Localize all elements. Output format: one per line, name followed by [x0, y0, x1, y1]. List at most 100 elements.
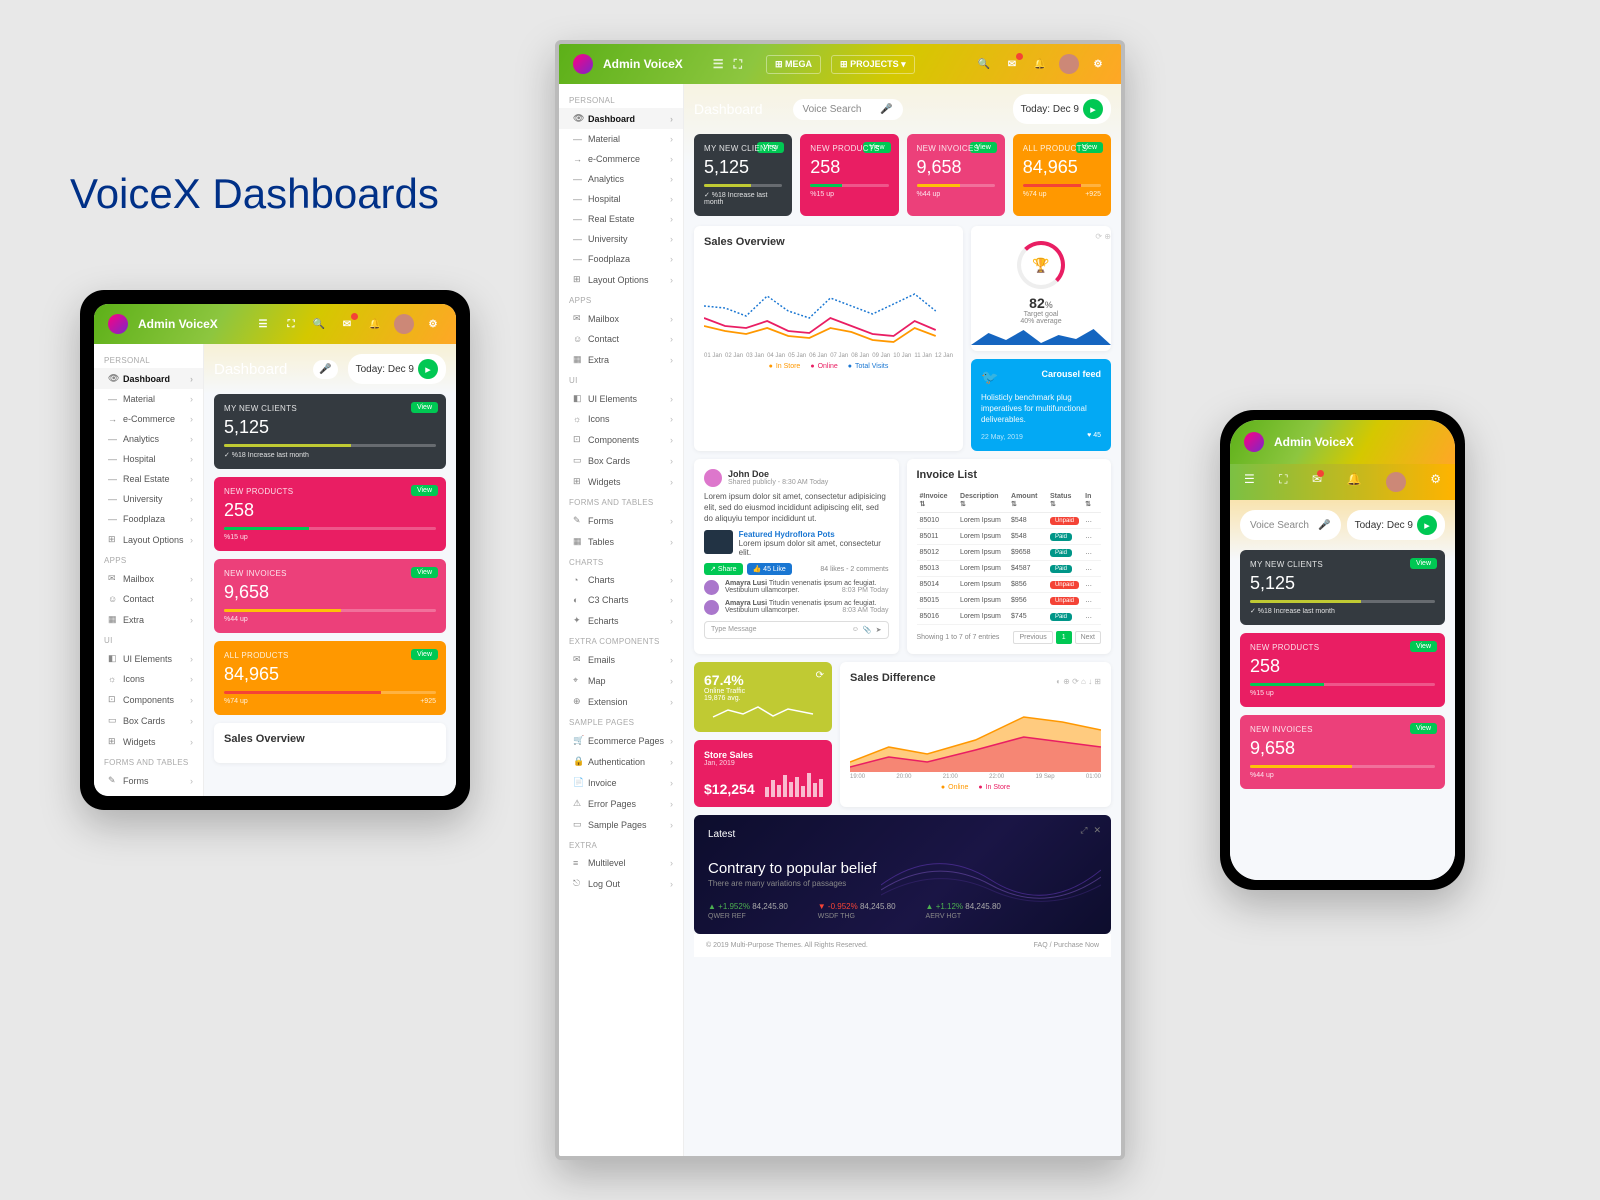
menu-icon[interactable]: ☰	[1244, 472, 1255, 492]
bell-icon[interactable]: 🔔	[1031, 55, 1049, 73]
sidebar-item-dashboard[interactable]: 👁Dashboard›	[559, 108, 683, 129]
sidebar-item-e-commerce[interactable]: →e-Commerce›	[559, 149, 683, 169]
table-row[interactable]: 85010Lorem Ipsum$548Unpaid…	[917, 512, 1102, 528]
gear-icon[interactable]: ⚙	[1089, 55, 1107, 73]
sidebar-item-contact[interactable]: ☺Contact›	[94, 589, 203, 609]
menu-icon[interactable]: ☰	[713, 57, 724, 71]
avatar[interactable]	[394, 314, 414, 334]
sidebar-item-multilevel[interactable]: ≡Multilevel›	[559, 853, 683, 873]
sidebar-item-hospital[interactable]: —Hospital›	[559, 189, 683, 209]
sidebar-item-error-pages[interactable]: ⚠Error Pages›	[559, 793, 683, 814]
fullscreen-icon[interactable]: ⛶	[282, 315, 300, 333]
fullscreen-icon[interactable]: ⛶	[1279, 472, 1287, 492]
table-row[interactable]: 85016Lorem Ipsum$745Paid…	[917, 608, 1102, 624]
sidebar-item-charts[interactable]: ◔Charts›	[559, 570, 683, 590]
search-icon[interactable]: 🔍	[310, 315, 328, 333]
table-row[interactable]: 85013Lorem Ipsum$4587Paid…	[917, 560, 1102, 576]
voice-search-input[interactable]: Voice Search🎤	[1240, 510, 1341, 540]
refresh-icon[interactable]: ⟳	[816, 670, 824, 681]
sidebar-item-foodplaza[interactable]: —Foodplaza›	[94, 509, 203, 529]
avatar[interactable]	[1386, 472, 1406, 492]
sidebar-item-components[interactable]: ⊡Components›	[559, 429, 683, 450]
sidebar-item-box-cards[interactable]: ▭Box Cards›	[94, 710, 203, 731]
sidebar-item-ui-elements[interactable]: ◧UI Elements›	[559, 388, 683, 409]
sidebar-item-emails[interactable]: ✉Emails›	[559, 649, 683, 670]
table-row[interactable]: 85015Lorem Ipsum$956Unpaid…	[917, 592, 1102, 608]
sidebar-item-authentication[interactable]: 🔒Authentication›	[559, 751, 683, 772]
sidebar-item-forms[interactable]: ✎Forms›	[559, 510, 683, 531]
sidebar-item-widgets[interactable]: ⊞Widgets›	[559, 471, 683, 492]
send-icon[interactable]: ➤	[876, 626, 882, 634]
date-picker[interactable]: Today: Dec 9 ▸	[348, 354, 446, 384]
sidebar-item-tables[interactable]: ▦Tables›	[94, 791, 203, 796]
sidebar-item-icons[interactable]: ☼Icons›	[94, 669, 203, 689]
voice-icon[interactable]: 🎤	[313, 360, 337, 379]
sidebar-item-university[interactable]: —University›	[94, 489, 203, 509]
sidebar-item-sample-pages[interactable]: ▭Sample Pages›	[559, 814, 683, 835]
sidebar-item-foodplaza[interactable]: —Foodplaza›	[559, 249, 683, 269]
sidebar-item-real-estate[interactable]: —Real Estate›	[559, 209, 683, 229]
search-icon[interactable]: 🔍	[975, 55, 993, 73]
table-row[interactable]: 85011Lorem Ipsum$548Paid…	[917, 528, 1102, 544]
like-button[interactable]: 👍 45 Like	[747, 563, 792, 575]
sidebar-item-invoice[interactable]: 📄Invoice›	[559, 772, 683, 793]
sidebar-item-layout-options[interactable]: ⊞Layout Options›	[559, 269, 683, 290]
sidebar-item-dashboard[interactable]: 👁Dashboard›	[94, 368, 203, 389]
page-1[interactable]: 1	[1056, 631, 1072, 644]
bell-icon[interactable]: 🔔	[366, 315, 384, 333]
attach-icon[interactable]: 📎	[863, 626, 872, 634]
expand-icon[interactable]: ⤢	[1080, 825, 1087, 836]
sidebar-item-university[interactable]: —University›	[559, 229, 683, 249]
footer-links[interactable]: FAQ / Purchase Now	[1034, 942, 1099, 949]
sidebar-item-components[interactable]: ⊡Components›	[94, 689, 203, 710]
sidebar-item-echarts[interactable]: ✦Echarts›	[559, 610, 683, 631]
sidebar-item-extension[interactable]: ⊕Extension›	[559, 691, 683, 712]
sidebar-item-contact[interactable]: ☺Contact›	[559, 329, 683, 349]
sidebar-item-forms[interactable]: ✎Forms›	[94, 770, 203, 791]
message-input[interactable]: Type Message☺📎➤	[704, 621, 889, 639]
sidebar-item-ecommerce-pages[interactable]: 🛒Ecommerce Pages›	[559, 730, 683, 751]
voice-search-input[interactable]: Voice Search🎤	[793, 99, 903, 120]
sidebar-item-widgets[interactable]: ⊞Widgets›	[94, 731, 203, 752]
menu-icon: ⊞	[573, 274, 583, 285]
sidebar-item-e-commerce[interactable]: →e-Commerce›	[94, 409, 203, 429]
sidebar-item-hospital[interactable]: —Hospital›	[94, 449, 203, 469]
sidebar-item-analytics[interactable]: —Analytics›	[94, 429, 203, 449]
sidebar-item-ui-elements[interactable]: ◧UI Elements›	[94, 648, 203, 669]
mail-icon[interactable]: ✉	[338, 315, 356, 333]
sidebar-item-mailbox[interactable]: ✉Mailbox›	[94, 568, 203, 589]
emoji-icon[interactable]: ☺	[852, 626, 859, 634]
fullscreen-icon[interactable]: ⛶	[734, 57, 742, 72]
prev-button[interactable]: Previous	[1013, 631, 1052, 644]
table-row[interactable]: 85014Lorem Ipsum$856Unpaid…	[917, 576, 1102, 592]
sidebar-item-icons[interactable]: ☼Icons›	[559, 409, 683, 429]
nav-mega[interactable]: ⊞ MEGA	[766, 55, 821, 74]
sidebar-item-map[interactable]: ⌖Map›	[559, 670, 683, 691]
sidebar-item-layout-options[interactable]: ⊞Layout Options›	[94, 529, 203, 550]
date-picker[interactable]: Today: Dec 9 ▸	[1013, 94, 1111, 124]
sidebar-item-analytics[interactable]: —Analytics›	[559, 169, 683, 189]
gear-icon[interactable]: ⚙	[1430, 472, 1441, 492]
table-row[interactable]: 85012Lorem Ipsum$9658Paid…	[917, 544, 1102, 560]
sidebar-item-material[interactable]: —Material›	[94, 389, 203, 409]
sidebar-item-mailbox[interactable]: ✉Mailbox›	[559, 308, 683, 329]
sidebar-item-material[interactable]: —Material›	[559, 129, 683, 149]
sidebar-item-c3-charts[interactable]: ◐C3 Charts›	[559, 590, 683, 610]
avatar[interactable]	[1059, 54, 1079, 74]
next-button[interactable]: Next	[1075, 631, 1101, 644]
share-button[interactable]: ↗ Share	[704, 563, 743, 575]
nav-projects[interactable]: ⊞ PROJECTS ▾	[831, 55, 915, 74]
sidebar-item-log-out[interactable]: ⎋Log Out›	[559, 873, 683, 894]
sidebar-item-extra[interactable]: ▦Extra›	[94, 609, 203, 630]
sidebar-item-box-cards[interactable]: ▭Box Cards›	[559, 450, 683, 471]
close-icon[interactable]: ✕	[1093, 825, 1101, 836]
mail-icon[interactable]: ✉	[1003, 55, 1021, 73]
menu-icon[interactable]: ☰	[254, 315, 272, 333]
gear-icon[interactable]: ⚙	[424, 315, 442, 333]
date-picker[interactable]: Today: Dec 9 ▸	[1347, 510, 1445, 540]
sidebar-item-real-estate[interactable]: —Real Estate›	[94, 469, 203, 489]
sidebar-item-extra[interactable]: ▦Extra›	[559, 349, 683, 370]
sidebar-item-tables[interactable]: ▦Tables›	[559, 531, 683, 552]
bell-icon[interactable]: 🔔	[1346, 472, 1361, 492]
mail-icon[interactable]: ✉	[1312, 472, 1322, 492]
